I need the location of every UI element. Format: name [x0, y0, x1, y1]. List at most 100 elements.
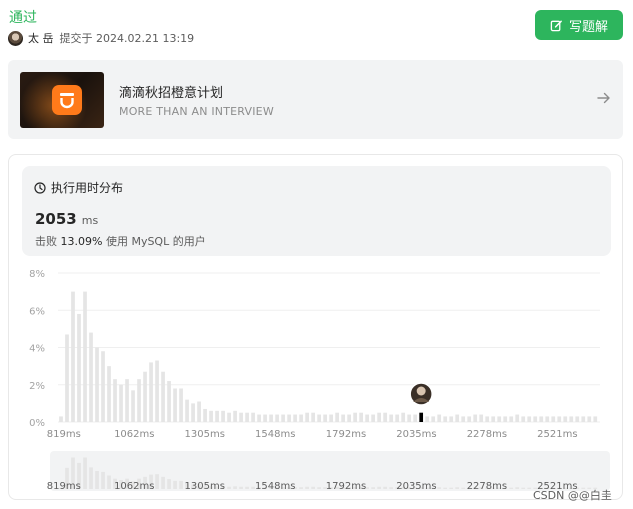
histogram-bar[interactable]: [107, 366, 111, 422]
histogram-bar[interactable]: [77, 313, 81, 422]
histogram-bar[interactable]: [209, 410, 213, 422]
histogram-bar[interactable]: [233, 410, 237, 422]
histogram-bar[interactable]: [359, 412, 364, 422]
histogram-bar[interactable]: [473, 414, 478, 422]
histogram-bar[interactable]: [173, 388, 177, 422]
overview-bar: [167, 479, 171, 489]
histogram-bar-current[interactable]: [419, 412, 424, 422]
histogram-bar[interactable]: [155, 360, 159, 422]
histogram-bar[interactable]: [281, 414, 285, 422]
histogram-bar[interactable]: [575, 416, 580, 422]
histogram-bar[interactable]: [551, 416, 556, 422]
histogram-bar[interactable]: [437, 414, 442, 422]
histogram-bar[interactable]: [197, 401, 201, 422]
histogram-bar[interactable]: [71, 291, 75, 422]
histogram-bar[interactable]: [161, 371, 165, 422]
histogram-bar[interactable]: [521, 416, 526, 422]
histogram-bar[interactable]: [95, 347, 99, 423]
histogram-bar[interactable]: [323, 414, 327, 422]
histogram-bar[interactable]: [317, 414, 321, 422]
histogram-bar[interactable]: [383, 412, 388, 422]
histogram-bar[interactable]: [179, 388, 183, 422]
histogram-bar[interactable]: [269, 414, 273, 422]
histogram-bar[interactable]: [443, 416, 448, 422]
histogram-bar[interactable]: [203, 408, 207, 422]
histogram-bar[interactable]: [377, 412, 382, 422]
histogram-bar[interactable]: [221, 410, 225, 422]
histogram-bar[interactable]: [347, 414, 352, 422]
histogram-bar[interactable]: [251, 412, 255, 422]
y-tick-label: 6%: [29, 306, 45, 317]
histogram-bar[interactable]: [491, 416, 496, 422]
histogram-bar[interactable]: [461, 416, 466, 422]
histogram-bar[interactable]: [569, 416, 574, 422]
histogram-bar[interactable]: [407, 414, 412, 422]
histogram-bar[interactable]: [431, 416, 436, 422]
histogram-bar[interactable]: [227, 412, 231, 422]
histogram-bar[interactable]: [311, 412, 315, 422]
histogram-bar[interactable]: [329, 414, 333, 422]
histogram-bar[interactable]: [299, 414, 303, 422]
overview-x-tick-label: 1792ms: [326, 481, 366, 492]
histogram-bar[interactable]: [413, 414, 418, 422]
histogram-bar[interactable]: [455, 414, 460, 422]
histogram-bar[interactable]: [563, 416, 568, 422]
histogram-bar[interactable]: [545, 416, 550, 422]
histogram-bar[interactable]: [371, 414, 376, 422]
histogram-bar[interactable]: [89, 332, 93, 422]
histogram-bar[interactable]: [215, 410, 219, 422]
histogram-bar[interactable]: [305, 412, 309, 422]
histogram-bar[interactable]: [479, 414, 484, 422]
histogram-bar[interactable]: [515, 414, 520, 422]
histogram-bar[interactable]: [113, 379, 117, 422]
histogram-bar[interactable]: [263, 414, 267, 422]
histogram-bar[interactable]: [65, 334, 69, 422]
histogram-bar[interactable]: [365, 414, 370, 422]
histogram-bar[interactable]: [389, 414, 394, 422]
histogram-bar[interactable]: [191, 403, 195, 422]
overview-bar: [455, 487, 460, 489]
histogram-bar[interactable]: [287, 414, 291, 422]
histogram-bar[interactable]: [509, 416, 514, 422]
overview-bar: [437, 487, 442, 489]
histogram-bar[interactable]: [119, 384, 123, 422]
histogram-bar[interactable]: [341, 414, 345, 422]
histogram-bar[interactable]: [497, 416, 502, 422]
histogram-bar[interactable]: [587, 416, 592, 422]
histogram-bar[interactable]: [83, 291, 87, 422]
histogram-bar[interactable]: [143, 371, 147, 422]
overview-bar: [239, 486, 243, 489]
histogram-bar[interactable]: [239, 412, 243, 422]
histogram-bar[interactable]: [395, 414, 400, 422]
histogram-bar[interactable]: [557, 416, 562, 422]
histogram-bar[interactable]: [275, 414, 279, 422]
histogram-bar[interactable]: [593, 416, 598, 422]
histogram-bar[interactable]: [539, 416, 544, 422]
histogram-bar[interactable]: [533, 416, 538, 422]
histogram-bar[interactable]: [137, 379, 141, 422]
histogram-bar[interactable]: [335, 412, 339, 422]
histogram-bar[interactable]: [401, 412, 406, 422]
histogram-bar[interactable]: [353, 412, 358, 422]
histogram-bar[interactable]: [485, 416, 490, 422]
histogram-bar[interactable]: [125, 379, 129, 422]
histogram-bar[interactable]: [581, 416, 586, 422]
histogram-bar[interactable]: [149, 362, 153, 422]
histogram-bar[interactable]: [449, 416, 454, 422]
histogram-bar[interactable]: [293, 414, 297, 422]
overview-bar: [233, 486, 237, 489]
overview-x-tick-label: 819ms: [47, 481, 81, 492]
histogram-bar[interactable]: [245, 412, 249, 422]
histogram-bar[interactable]: [425, 416, 430, 422]
histogram-bar[interactable]: [467, 416, 472, 422]
current-user-marker[interactable]: [409, 382, 433, 406]
histogram-bar[interactable]: [131, 390, 135, 422]
overview-x-tick-label: 1305ms: [185, 481, 225, 492]
histogram-bar[interactable]: [59, 416, 63, 422]
histogram-bar[interactable]: [167, 381, 171, 422]
histogram-bar[interactable]: [185, 399, 189, 422]
histogram-bar[interactable]: [257, 414, 261, 422]
histogram-bar[interactable]: [503, 416, 508, 422]
histogram-bar[interactable]: [527, 416, 532, 422]
histogram-bar[interactable]: [101, 351, 105, 422]
